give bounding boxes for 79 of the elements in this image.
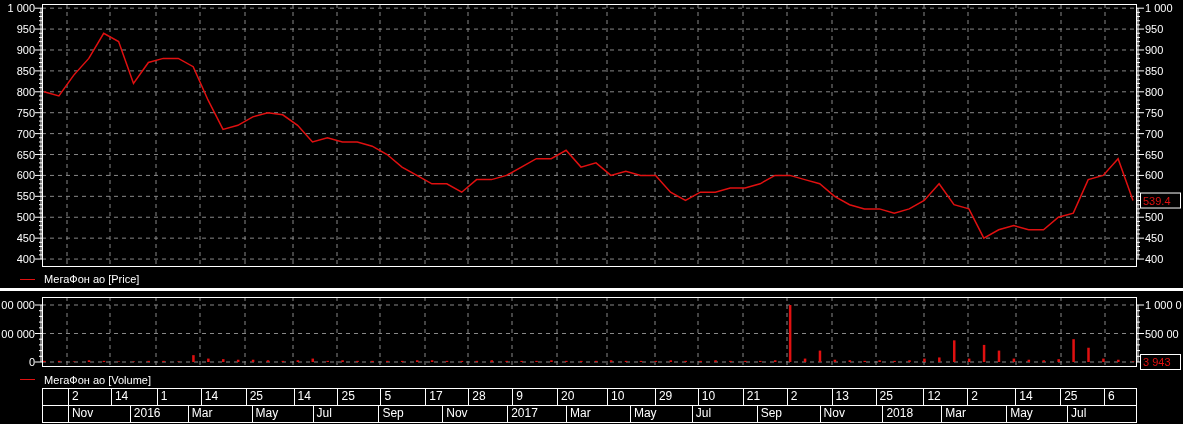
day-label: 14	[110, 389, 157, 405]
day-label: 29	[654, 389, 698, 405]
day-label: 10	[607, 389, 655, 405]
axis-label: 750	[16, 106, 35, 119]
left-axis	[34, 304, 43, 363]
month-label: Sep	[756, 406, 820, 422]
day-label: 9	[512, 389, 558, 405]
axis-label: 550	[16, 190, 35, 203]
month-label: 2018	[882, 406, 942, 422]
axis-label: 650	[1145, 148, 1164, 161]
month-label: Sep	[378, 406, 443, 422]
axis-label: 500	[1145, 211, 1164, 224]
axis-label: 500	[16, 211, 35, 224]
axis-label: 600	[1145, 169, 1164, 182]
axis-label: 850	[16, 64, 35, 77]
day-label: 25	[337, 389, 381, 405]
axis-label: 750	[1145, 106, 1164, 119]
month-label: Jul	[691, 406, 757, 422]
month-label: Mar	[187, 406, 252, 422]
month-label: May	[629, 406, 692, 422]
axis-label: 900	[16, 44, 35, 56]
day-label: 10	[697, 389, 743, 405]
axis-label: 500 00	[1145, 327, 1179, 340]
month-label: May	[251, 406, 313, 422]
day-label: 6	[1104, 389, 1136, 405]
axis-label: 600	[16, 169, 35, 182]
last-value-tag: 539.4	[1140, 192, 1181, 209]
day-label: 21	[742, 389, 787, 405]
day-label: 17	[425, 389, 469, 405]
day-label: 13	[831, 389, 876, 405]
day-label: 14	[1015, 389, 1061, 405]
month-label: 2017	[507, 406, 566, 422]
axis-label: 1 000	[1145, 2, 1173, 15]
day-label: 5	[380, 389, 426, 405]
month-label: Nov	[67, 406, 130, 422]
axis-label: 1 000	[7, 2, 35, 15]
day-label: 28	[468, 389, 513, 405]
day-label: 1	[156, 389, 201, 405]
month-label: Jul	[1067, 406, 1136, 422]
axis-label: 950	[16, 23, 35, 36]
axis-label: 00 000	[1, 327, 35, 340]
axis-label: 800	[16, 85, 35, 98]
legend-label: МегаФон ао [Volume]	[44, 373, 151, 386]
day-label: 25	[1060, 389, 1105, 405]
legend-line-icon	[20, 278, 35, 280]
month-label: Mar	[566, 406, 630, 422]
month-label: Jul	[312, 406, 379, 422]
axis-label: 450	[1145, 232, 1164, 245]
axis-label: 900	[1145, 44, 1164, 56]
axis-label: 700	[1145, 127, 1164, 140]
day-label: 14	[200, 389, 246, 405]
month-label: Nov	[819, 406, 883, 422]
axis-label: 00 000	[1, 299, 35, 311]
day-label: 14	[293, 389, 338, 405]
axis-label: 0	[28, 356, 35, 368]
month-label: May	[1006, 406, 1068, 422]
axis-label: 450	[16, 232, 35, 245]
legend-line-icon	[20, 379, 35, 380]
month-label: Mar	[941, 406, 1007, 422]
legend-label: МегаФон ао [Price]	[44, 273, 140, 285]
day-label: 20	[557, 389, 607, 405]
axis-label: 650	[16, 148, 35, 161]
axis-label: 400	[16, 253, 35, 266]
axis-label: 400	[1145, 253, 1164, 266]
axis-label: 700	[16, 127, 35, 140]
axis-label: 1 000 0	[1145, 299, 1182, 311]
day-label: 25	[875, 389, 924, 405]
month-label: 2016	[129, 406, 188, 422]
day-label: 25	[245, 389, 294, 405]
right-axis	[1136, 304, 1145, 363]
last-value-tag: 3 943	[1140, 354, 1181, 370]
day-label: 2	[786, 389, 832, 405]
day-label: 12	[923, 389, 968, 405]
axis-label: 850	[1145, 64, 1164, 77]
axis-label: 800	[1145, 85, 1164, 98]
axis-label: 950	[1145, 23, 1164, 36]
day-label: 2	[67, 389, 111, 405]
day-label: 2	[967, 389, 1016, 405]
month-label: Nov	[442, 406, 508, 422]
